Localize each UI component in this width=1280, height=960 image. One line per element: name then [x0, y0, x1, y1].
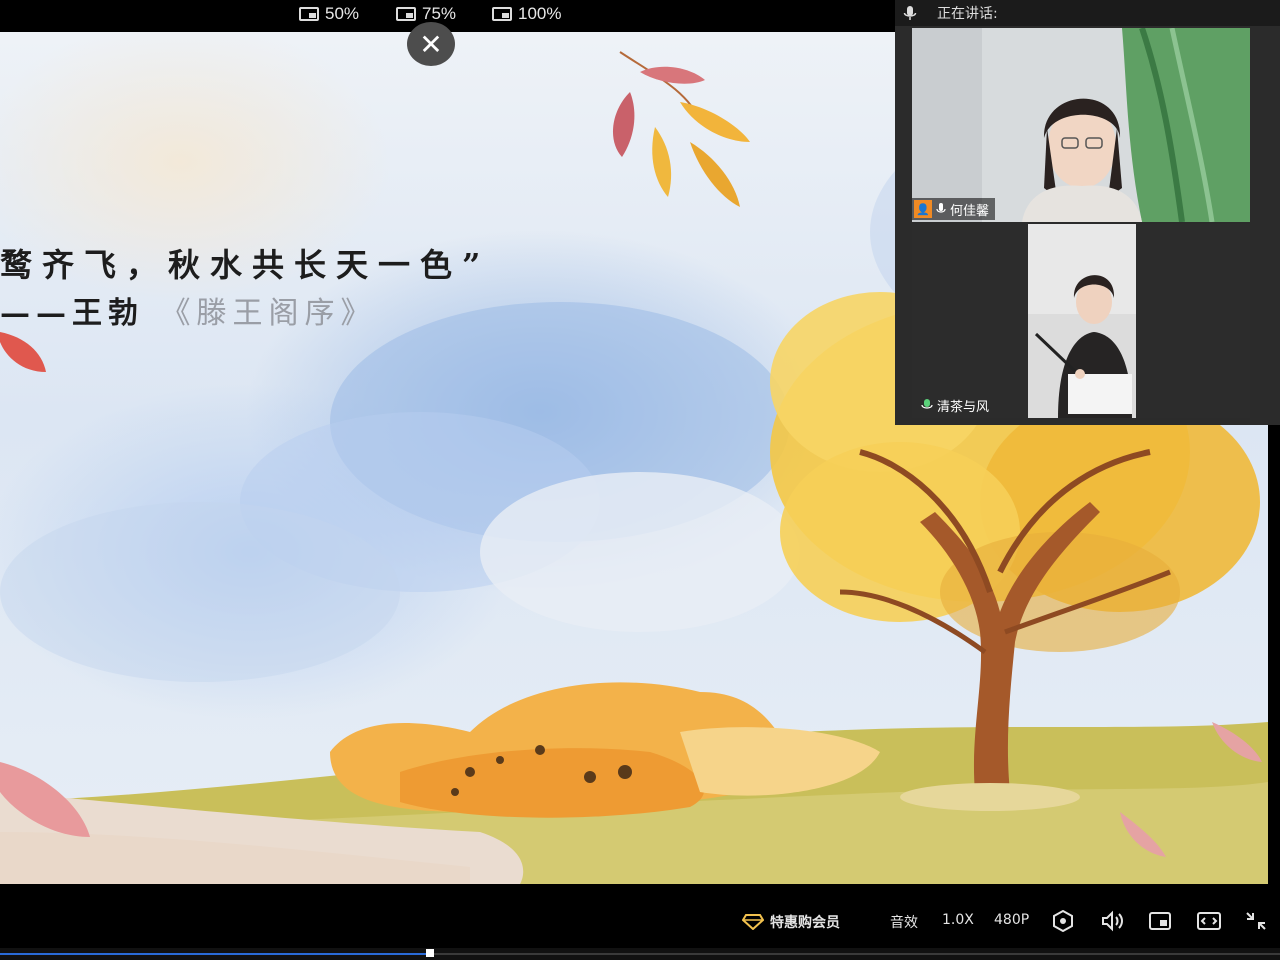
picture-in-picture-icon — [1149, 912, 1171, 930]
sound-effect-button[interactable]: 音效 — [890, 912, 918, 932]
sound-effect-label: 音效 — [890, 915, 918, 931]
exit-fullscreen-icon — [1246, 912, 1266, 930]
host-badge-icon: 👤 — [914, 200, 932, 218]
video-panel: 正在讲话: 👤 何佳馨 清茶与风 — [895, 0, 1280, 425]
microphone-icon — [936, 203, 946, 213]
progress-fill — [0, 953, 431, 955]
vip-purchase-button[interactable]: 特惠购会员 — [742, 912, 840, 932]
resolution-button[interactable]: 480P — [994, 912, 1029, 928]
speaking-label: 正在讲话: — [937, 6, 998, 22]
poem-book-title: 《滕王阁序》 — [160, 296, 377, 331]
web-fullscreen-button[interactable] — [1196, 910, 1222, 932]
web-fullscreen-icon — [1197, 912, 1221, 930]
diamond-icon — [742, 914, 764, 930]
poem-line: 鹜齐飞，秋水共长天一色” — [0, 246, 491, 284]
playback-progress-bar[interactable] — [0, 948, 1280, 960]
zoom-100-button[interactable]: 100% — [492, 4, 561, 24]
zoom-75-label: 75% — [422, 4, 457, 23]
hexagon-settings-button[interactable] — [1052, 910, 1074, 932]
participant-video-feed — [1028, 224, 1136, 418]
participant-video-feed — [912, 28, 1250, 222]
participant-name: 清茶与风 — [937, 399, 990, 415]
vip-label: 特惠购会员 — [770, 915, 840, 931]
hexagon-icon — [1053, 910, 1073, 932]
screen-zoom-icon — [492, 7, 512, 21]
participant-name-tag: 👤 何佳馨 — [912, 198, 996, 220]
speaking-indicator: 正在讲话: — [895, 0, 1280, 26]
zoom-50-button[interactable]: 50% — [299, 4, 359, 24]
participant-name-tag: 清茶与风 — [919, 394, 995, 416]
poem-author: ——王勃 — [0, 296, 144, 331]
microphone-icon — [903, 6, 917, 20]
close-zoom-button[interactable]: ✕ — [407, 22, 455, 66]
screen-zoom-icon — [299, 7, 319, 21]
progress-thumb[interactable] — [426, 949, 435, 957]
screen-zoom-icon — [396, 7, 416, 21]
participant-video-tile[interactable]: 👤 何佳馨 — [912, 28, 1250, 222]
player-control-bar — [0, 900, 1280, 948]
participant-video-tile[interactable] — [1028, 224, 1136, 418]
volume-button[interactable] — [1100, 910, 1124, 932]
playback-speed-label: 1.0X — [942, 912, 974, 928]
zoom-75-button[interactable]: 75% — [396, 4, 456, 24]
exit-fullscreen-button[interactable] — [1244, 910, 1268, 932]
close-icon: ✕ — [419, 27, 443, 61]
zoom-100-label: 100% — [518, 4, 562, 23]
microphone-active-icon — [921, 399, 933, 409]
zoom-50-label: 50% — [325, 4, 360, 23]
picture-in-picture-button[interactable] — [1148, 910, 1172, 932]
playback-speed-button[interactable]: 1.0X — [942, 912, 974, 928]
participant-name: 何佳馨 — [950, 203, 990, 219]
resolution-label: 480P — [994, 912, 1030, 928]
speaker-icon — [1102, 910, 1123, 932]
poem-attribution: ——王勃 《滕王阁序》 — [0, 288, 376, 332]
